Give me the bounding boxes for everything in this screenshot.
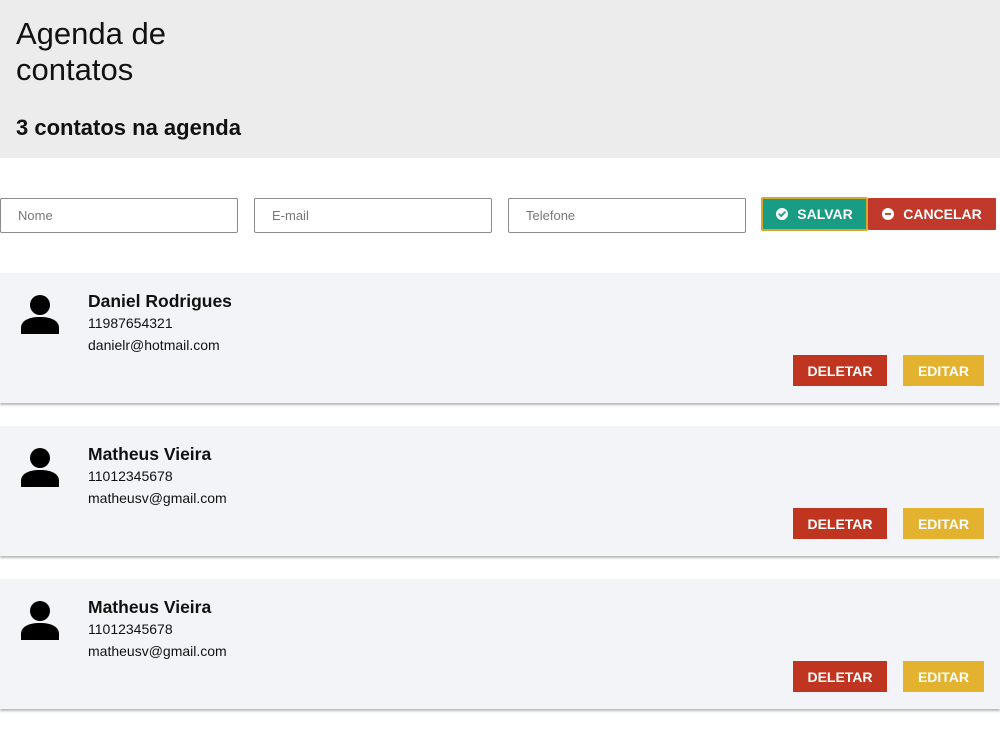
cancel-button[interactable]: CANCELAR <box>868 198 996 230</box>
edit-button[interactable]: EDITAR <box>903 661 984 692</box>
name-field[interactable] <box>0 198 238 233</box>
save-button-label: SALVAR <box>797 206 853 222</box>
contact-name: Matheus Vieira <box>88 444 212 464</box>
contact-card: Daniel Rodrigues 11987654321 danielr@hot… <box>0 273 1000 403</box>
delete-button[interactable]: DELETAR <box>793 508 887 539</box>
contact-phone: 11012345678 <box>88 468 173 484</box>
contact-phone: 11012345678 <box>88 621 173 637</box>
contact-count: 3 contatos na agenda <box>16 115 241 140</box>
delete-button[interactable]: DELETAR <box>793 661 887 692</box>
contact-name: Daniel Rodrigues <box>88 291 232 311</box>
check-circle-icon <box>776 208 789 220</box>
email-field[interactable] <box>254 198 492 233</box>
edit-button[interactable]: EDITAR <box>903 355 984 386</box>
save-button[interactable]: SALVAR <box>761 197 868 231</box>
user-icon <box>21 601 59 640</box>
contact-email: matheusv@gmail.com <box>88 490 227 506</box>
contact-email: matheusv@gmail.com <box>88 643 227 659</box>
contact-email: danielr@hotmail.com <box>88 337 220 353</box>
page-header: Agenda de contatos 3 contatos na agenda <box>0 0 1000 158</box>
contact-card: Matheus Vieira 11012345678 matheusv@gmai… <box>0 426 1000 556</box>
user-icon <box>21 295 59 334</box>
user-icon <box>21 448 59 487</box>
phone-field[interactable] <box>508 198 746 233</box>
contact-card: Matheus Vieira 11012345678 matheusv@gmai… <box>0 579 1000 709</box>
contact-name: Matheus Vieira <box>88 597 212 617</box>
cancel-button-label: CANCELAR <box>903 206 982 222</box>
delete-button[interactable]: DELETAR <box>793 355 887 386</box>
minus-circle-icon <box>882 208 895 220</box>
page-title: Agenda de contatos <box>16 16 166 87</box>
contact-phone: 11987654321 <box>88 315 173 331</box>
edit-button[interactable]: EDITAR <box>903 508 984 539</box>
